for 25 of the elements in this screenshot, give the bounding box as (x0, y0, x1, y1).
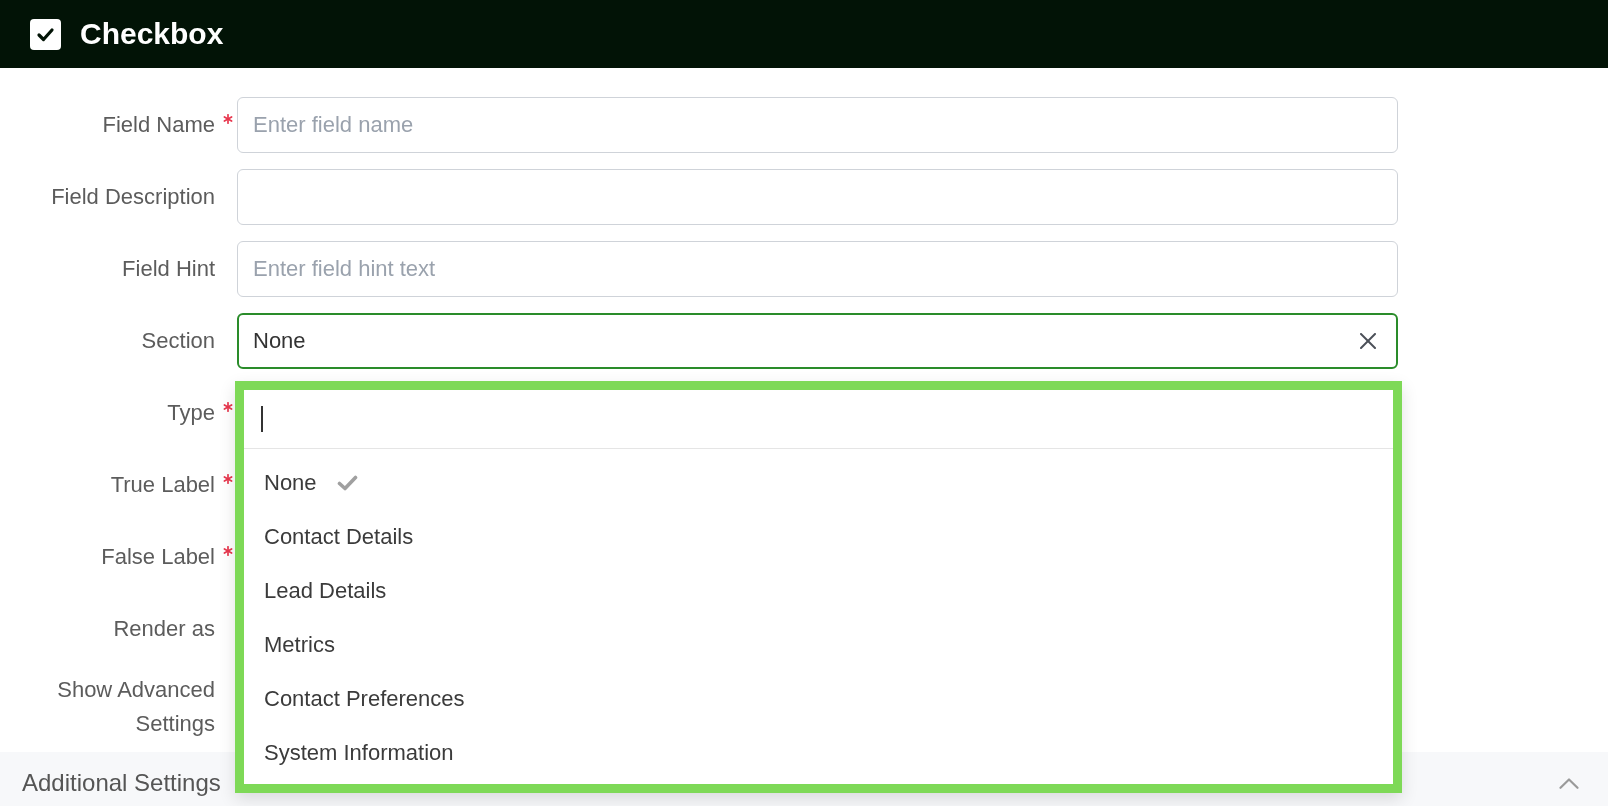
dropdown-option[interactable]: Contact Details (264, 522, 414, 552)
clear-icon[interactable] (1360, 333, 1376, 349)
input-field[interactable] (237, 169, 1398, 225)
field-label: Render as (113, 615, 215, 643)
input-field[interactable]: Enter field hint text (237, 241, 1398, 297)
dropdown-option[interactable]: Lead Details (264, 576, 387, 606)
field-label: False Label (101, 543, 215, 571)
check-icon (336, 475, 358, 491)
field-label: True Label (110, 471, 215, 499)
field-label: Section (141, 327, 215, 355)
dropdown-option[interactable]: System Information (264, 738, 454, 768)
field-label: Field Name (102, 111, 215, 139)
input-field[interactable]: Enter field name (237, 97, 1398, 153)
field-label: Field Description (51, 183, 215, 211)
accordion-title: Additional Settings (22, 768, 221, 798)
select-field[interactable]: None (237, 313, 1398, 369)
dropdown-option[interactable]: Metrics (264, 630, 335, 660)
dropdown-option[interactable]: None (264, 468, 358, 498)
page-title: Checkbox (80, 16, 224, 52)
field-label: Field Hint (122, 255, 215, 283)
field-label: Show Advanced Settings (56, 676, 215, 738)
field-label: Type (167, 399, 215, 427)
chevron-up-icon[interactable] (1559, 777, 1579, 789)
checkbox-icon (30, 18, 61, 50)
dropdown-option[interactable]: Contact Preferences (264, 684, 465, 714)
